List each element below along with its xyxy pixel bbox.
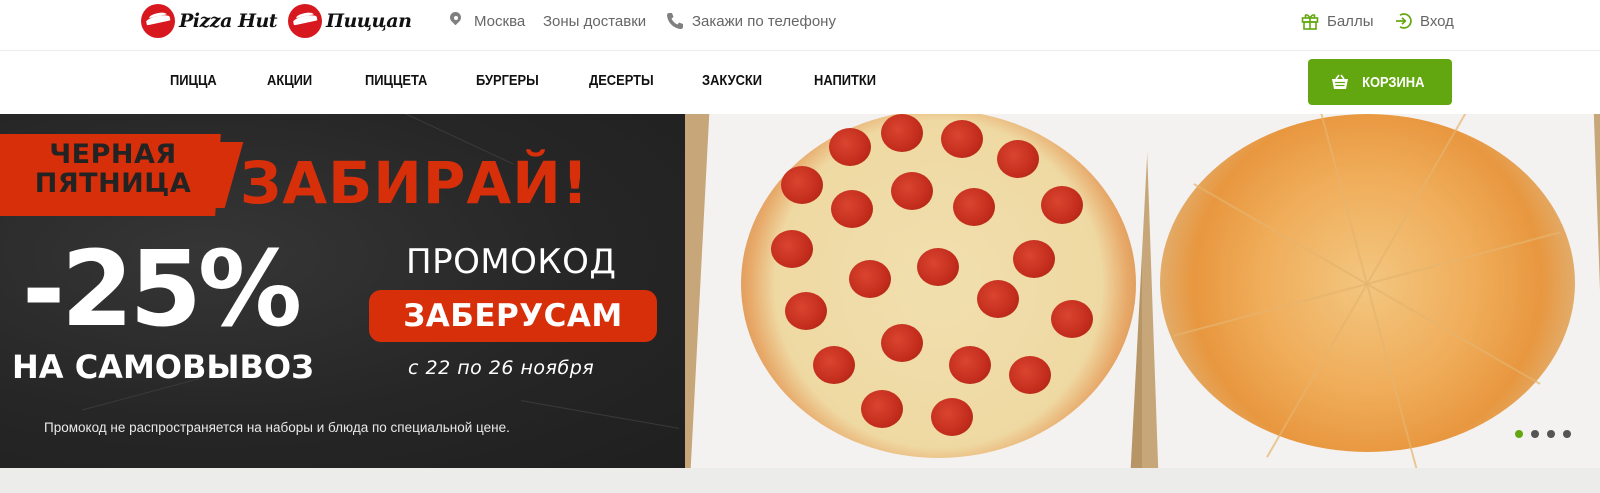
pizzeria-logo-text: Пиццаn [326, 10, 412, 32]
pickup-label: НА САМОВЫВОЗ [12, 348, 314, 386]
nav-item-pizza[interactable]: ПИЦЦА [170, 72, 217, 89]
nav-item-burgers[interactable]: БУРГЕРЫ [476, 72, 539, 89]
pizzeria-logo-mark [288, 4, 322, 38]
carousel-dot-4[interactable] [1563, 430, 1571, 438]
cart-label: КОРЗИНА [1361, 73, 1425, 91]
order-by-phone-link[interactable]: Закажи по телефону [666, 11, 836, 31]
banner-headline: ЗАБИРАЙ! [240, 149, 590, 217]
login-icon [1394, 12, 1412, 30]
cart-button[interactable]: КОРЗИНА [1308, 59, 1452, 105]
main-nav: ПИЦЦА АКЦИИ ПИЦЦЕТА БУРГЕРЫ ДЕСЕРТЫ ЗАКУ… [0, 51, 1600, 114]
pepperoni-pizza-image [741, 114, 1136, 458]
points-label: Баллы [1327, 12, 1374, 30]
badge-line-1: ЧЕРНАЯ [49, 139, 177, 170]
black-friday-text: ЧЕРНАЯ ПЯТНИЦА [8, 140, 218, 198]
login-label: Вход [1420, 12, 1454, 30]
pizzahut-logo-mark [141, 4, 175, 38]
promo-banner[interactable]: ЧЕРНАЯ ПЯТНИЦА ЗАБИРАЙ! -25% НА САМОВЫВО… [0, 114, 1600, 468]
top-bar: Pizza Hut Пиццаn Москва Зоны доставки За… [0, 0, 1600, 51]
delivery-zones-link[interactable]: Зоны доставки [543, 11, 646, 31]
order-by-phone-label: Закажи по телефону [692, 12, 836, 30]
nav-item-pizzetta[interactable]: ПИЦЦЕТА [365, 72, 427, 89]
carousel-dot-1[interactable] [1515, 430, 1523, 438]
nav-item-drinks[interactable]: НАПИТКИ [814, 72, 876, 89]
promo-code-badge: ЗАБЕРУСАМ [369, 290, 657, 342]
badge-line-2: ПЯТНИЦА [34, 168, 192, 199]
city-selector[interactable]: Москва [448, 11, 525, 31]
carousel-dot-3[interactable] [1547, 430, 1555, 438]
promo-code-label: ПРОМОКОД [406, 242, 617, 282]
city-label: Москва [474, 12, 526, 30]
pizzahut-logo[interactable]: Pizza Hut [141, 4, 278, 38]
pizzeria-logo[interactable]: Пиццаn [288, 4, 412, 38]
promo-disclaimer: Промокод не распространяется на наборы и… [44, 420, 510, 435]
basket-icon [1331, 74, 1349, 90]
carousel-dot-2[interactable] [1531, 430, 1539, 438]
gift-icon [1301, 12, 1319, 30]
phone-icon [666, 12, 683, 30]
delivery-zones-label: Зоны доставки [543, 12, 647, 30]
content-below-banner [0, 468, 1600, 493]
pizzahut-logo-text: Pizza Hut [179, 10, 278, 32]
discount-value: -25% [22, 228, 302, 350]
nav-item-desserts[interactable]: ДЕСЕРТЫ [589, 72, 654, 89]
map-pin-icon [448, 12, 464, 30]
carousel-dots [1515, 430, 1571, 438]
nav-item-promotions[interactable]: АКЦИИ [267, 72, 312, 89]
login-link[interactable]: Вход [1394, 11, 1454, 31]
points-link[interactable]: Баллы [1301, 11, 1373, 31]
cheese-chicken-pizza-image [1160, 114, 1575, 468]
nav-item-snacks[interactable]: ЗАКУСКИ [702, 72, 762, 89]
promo-dates: с 22 по 26 ноября [408, 357, 595, 379]
